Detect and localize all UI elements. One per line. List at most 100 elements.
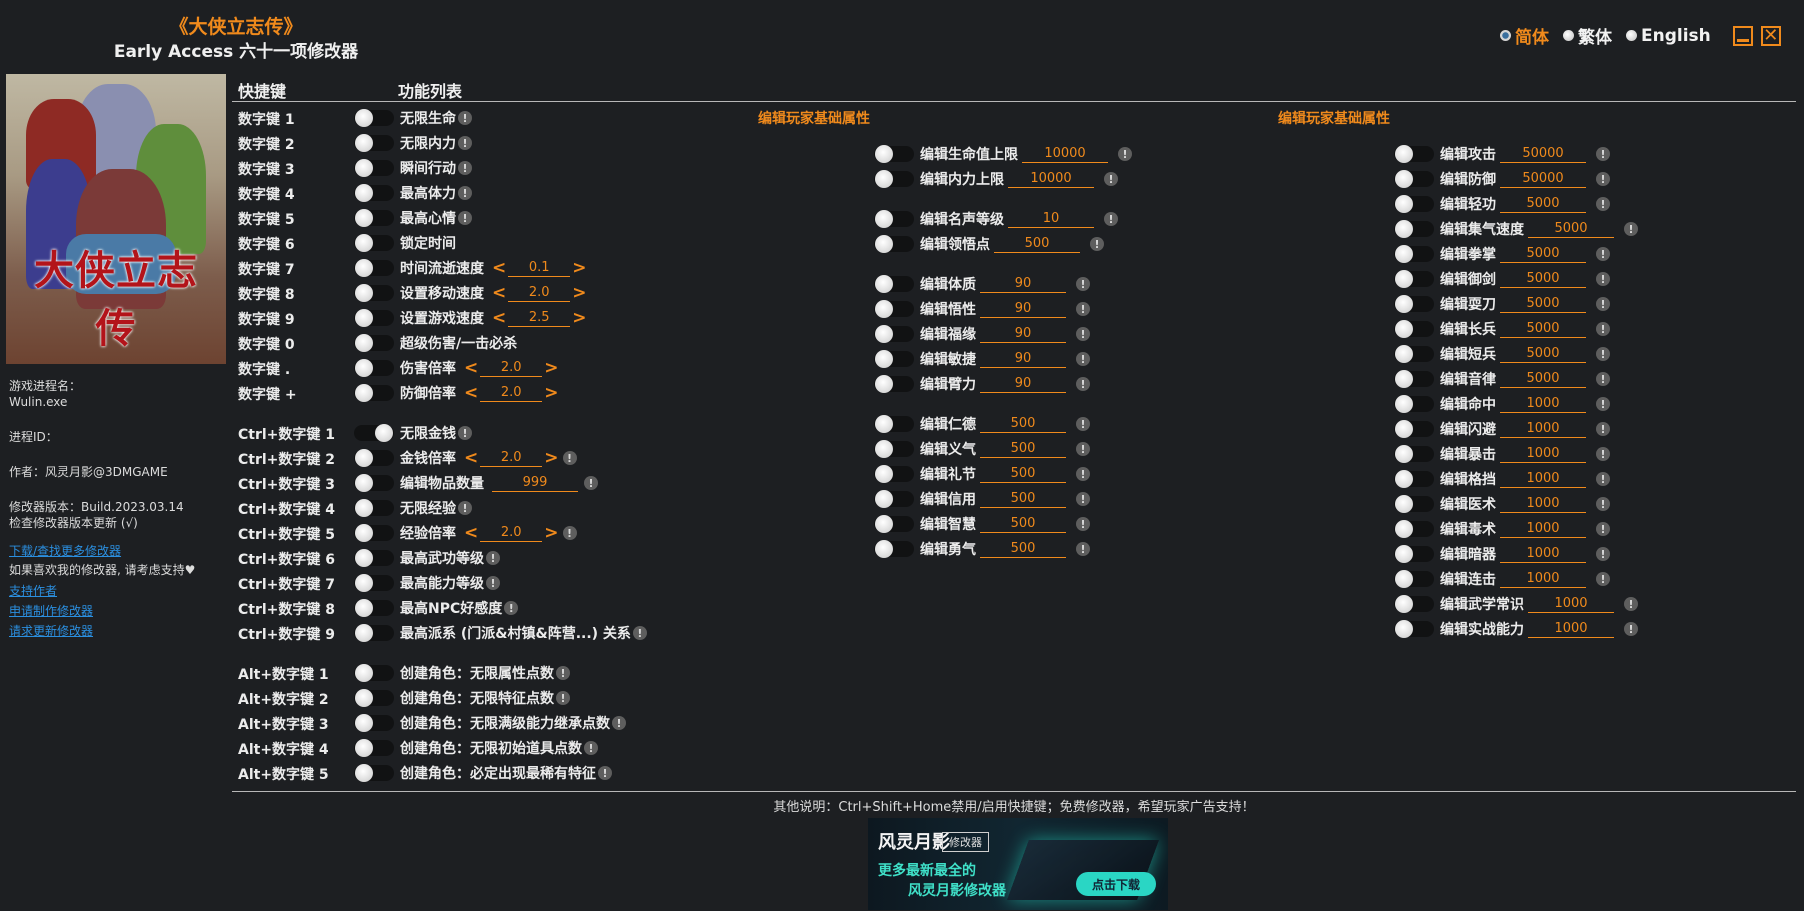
info-icon[interactable]: !	[1076, 352, 1090, 366]
info-icon[interactable]: !	[1076, 417, 1090, 431]
attribute-value-input[interactable]: 5000	[1500, 371, 1586, 388]
toggle-knob[interactable]	[1395, 170, 1413, 188]
attribute-value-input[interactable]: 50000	[1500, 171, 1586, 188]
attribute-value-input[interactable]: 1000	[1500, 446, 1586, 463]
toggle-knob[interactable]	[1395, 570, 1413, 588]
toggle-switch[interactable]	[874, 415, 914, 433]
info-icon[interactable]: !	[584, 741, 598, 755]
attribute-value-input[interactable]: 1000	[1500, 571, 1586, 588]
increase-arrow-icon[interactable]: >	[570, 308, 588, 328]
toggle-switch[interactable]	[354, 574, 394, 592]
info-icon[interactable]: !	[1596, 497, 1610, 511]
info-icon[interactable]: !	[1596, 347, 1610, 361]
toggle-knob[interactable]	[355, 234, 373, 252]
attribute-value-input[interactable]: 5000	[1500, 271, 1586, 288]
toggle-knob[interactable]	[1395, 495, 1413, 513]
toggle-switch[interactable]	[1394, 145, 1434, 163]
info-icon[interactable]: !	[1596, 272, 1610, 286]
info-icon[interactable]: !	[1076, 302, 1090, 316]
info-icon[interactable]: !	[458, 211, 472, 225]
info-icon[interactable]: !	[1596, 247, 1610, 261]
request-make-link[interactable]: 申请制作修改器	[9, 603, 93, 619]
info-icon[interactable]: !	[612, 716, 626, 730]
toggle-knob[interactable]	[355, 334, 373, 352]
toggle-switch[interactable]	[354, 624, 394, 642]
value-input[interactable]: 2.0	[480, 525, 543, 542]
toggle-knob[interactable]	[355, 209, 373, 227]
info-icon[interactable]: !	[458, 111, 472, 125]
info-icon[interactable]: !	[1076, 327, 1090, 341]
toggle-knob[interactable]	[355, 664, 373, 682]
info-icon[interactable]: !	[1596, 147, 1610, 161]
lang-option-english[interactable]: English	[1626, 26, 1711, 46]
toggle-switch[interactable]	[1394, 170, 1434, 188]
toggle-knob[interactable]	[875, 235, 893, 253]
toggle-switch[interactable]	[354, 184, 394, 202]
info-icon[interactable]: !	[486, 576, 500, 590]
toggle-knob[interactable]	[355, 624, 373, 642]
info-icon[interactable]: !	[458, 161, 472, 175]
attribute-value-input[interactable]: 5000	[1500, 346, 1586, 363]
toggle-knob[interactable]	[1395, 395, 1413, 413]
toggle-knob[interactable]	[355, 134, 373, 152]
toggle-knob[interactable]	[355, 689, 373, 707]
increase-arrow-icon[interactable]: >	[542, 523, 560, 543]
value-input[interactable]: 2.5	[508, 310, 571, 327]
toggle-switch[interactable]	[354, 739, 394, 757]
toggle-switch[interactable]	[1394, 470, 1434, 488]
info-icon[interactable]: !	[1118, 147, 1132, 161]
info-icon[interactable]: !	[1596, 572, 1610, 586]
info-icon[interactable]: !	[556, 666, 570, 680]
toggle-switch[interactable]	[354, 284, 394, 302]
toggle-switch[interactable]	[1394, 570, 1434, 588]
toggle-switch[interactable]	[354, 524, 394, 542]
toggle-switch[interactable]	[1394, 545, 1434, 563]
toggle-switch[interactable]	[354, 159, 394, 177]
info-icon[interactable]: !	[504, 601, 519, 615]
attribute-value-input[interactable]: 1000	[1528, 621, 1614, 638]
attribute-value-input[interactable]: 5000	[1500, 196, 1586, 213]
attribute-value-input[interactable]: 90	[980, 351, 1066, 368]
increase-arrow-icon[interactable]: >	[542, 383, 560, 403]
info-icon[interactable]: !	[1596, 197, 1610, 211]
info-icon[interactable]: !	[1596, 472, 1610, 486]
toggle-knob[interactable]	[875, 490, 893, 508]
toggle-switch[interactable]	[354, 549, 394, 567]
toggle-switch[interactable]	[1394, 270, 1434, 288]
toggle-knob[interactable]	[355, 384, 373, 402]
toggle-knob[interactable]	[355, 109, 373, 127]
toggle-switch[interactable]	[354, 384, 394, 402]
toggle-switch[interactable]	[354, 599, 394, 617]
toggle-knob[interactable]	[1395, 245, 1413, 263]
attribute-value-input[interactable]: 1000	[1500, 521, 1586, 538]
toggle-switch[interactable]	[354, 134, 394, 152]
toggle-knob[interactable]	[1395, 595, 1413, 613]
decrease-arrow-icon[interactable]: <	[490, 308, 508, 328]
banner-download-button[interactable]: 点击下载	[1076, 872, 1156, 896]
info-icon[interactable]: !	[1076, 542, 1090, 556]
info-icon[interactable]: !	[458, 426, 472, 440]
info-icon[interactable]: !	[1076, 492, 1090, 506]
attribute-value-input[interactable]: 500	[980, 541, 1066, 558]
info-icon[interactable]: !	[1104, 172, 1118, 186]
support-author-link[interactable]: 支持作者	[9, 583, 57, 599]
info-icon[interactable]: !	[1596, 397, 1610, 411]
value-input[interactable]: 2.0	[508, 285, 571, 302]
attribute-value-input[interactable]: 1000	[1500, 421, 1586, 438]
toggle-knob[interactable]	[1395, 620, 1413, 638]
close-button[interactable]: ✕	[1760, 25, 1781, 46]
info-icon[interactable]: !	[556, 691, 570, 705]
info-icon[interactable]: !	[486, 551, 500, 565]
attribute-value-input[interactable]: 500	[980, 441, 1066, 458]
decrease-arrow-icon[interactable]: <	[462, 383, 480, 403]
info-icon[interactable]: !	[1596, 547, 1610, 561]
increase-arrow-icon[interactable]: >	[542, 448, 560, 468]
toggle-switch[interactable]	[1394, 220, 1434, 238]
toggle-knob[interactable]	[875, 350, 893, 368]
toggle-switch[interactable]	[354, 359, 394, 377]
toggle-switch[interactable]	[354, 309, 394, 327]
info-icon[interactable]: !	[1596, 522, 1610, 536]
value-input[interactable]: 999	[492, 475, 578, 492]
toggle-knob[interactable]	[355, 574, 373, 592]
toggle-knob[interactable]	[355, 284, 373, 302]
